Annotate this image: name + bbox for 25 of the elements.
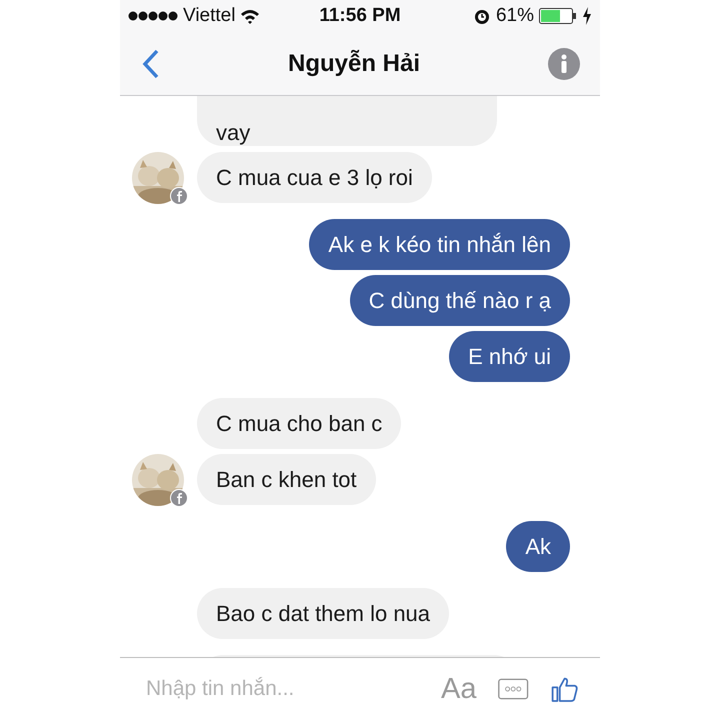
signal-icon	[128, 10, 178, 22]
message-bubble: Ak	[506, 521, 570, 572]
more-icon[interactable]	[498, 676, 529, 702]
font-button[interactable]: Aa	[441, 672, 476, 706]
message-bubble: Ak e k kéo tin nhắn lên	[309, 219, 570, 270]
wifi-icon	[240, 8, 260, 24]
message-bubble: E nhớ ui	[449, 331, 570, 382]
contact-name: Nguyễn Hải	[288, 50, 420, 78]
message-bubble: C mua cho ban c	[197, 398, 402, 449]
messenger-badge-icon	[170, 187, 188, 205]
message-bubble: vay	[197, 96, 497, 146]
battery-icon	[539, 7, 578, 25]
message-bubble: Ban c khen tot	[197, 454, 376, 505]
carrier-name: Viettel	[183, 5, 236, 27]
charging-icon	[582, 7, 592, 25]
message-bubble: C mua cua e 3 lọ roi	[197, 152, 432, 203]
message-input[interactable]: Nhập tin nhắn...	[144, 676, 419, 702]
messenger-badge-icon	[170, 489, 188, 507]
message-bubble: Bao c dat them lo nua	[197, 588, 450, 639]
message-bubble: C dùng thế nào r ạ	[350, 275, 570, 326]
info-icon[interactable]	[548, 48, 580, 80]
battery-percent: 61%	[496, 5, 534, 27]
alarm-icon	[472, 7, 491, 25]
back-icon[interactable]	[142, 48, 160, 78]
clock-time: 11:56 PM	[319, 5, 401, 26]
